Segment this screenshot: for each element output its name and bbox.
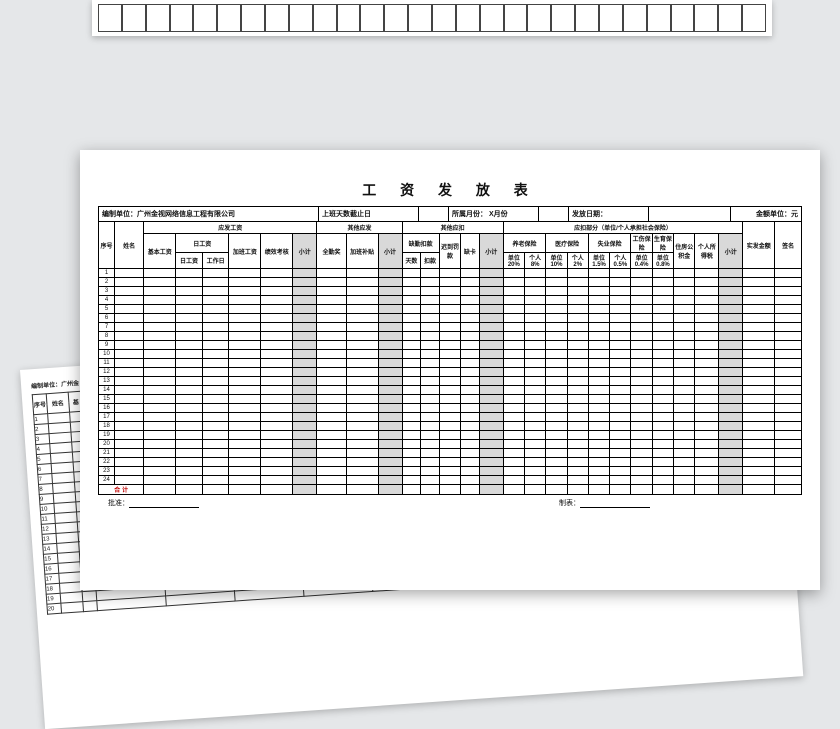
table-row: 10	[99, 350, 802, 359]
table-row: 22	[99, 458, 802, 467]
group-deduct: 应扣部分（单位/个人承担社会保险）	[503, 222, 743, 234]
col-net: 实发金额	[743, 222, 775, 269]
table-row: 7	[99, 323, 802, 332]
table-row: 12	[99, 368, 802, 377]
table-row: 16	[99, 404, 802, 413]
table-row: 21	[99, 449, 802, 458]
col-seq: 序号	[99, 222, 115, 269]
table-row: 13	[99, 377, 802, 386]
meta-row: 编制单位：广州金视网络信息工程有限公司 上班天数截止日 所属月份： X月份 发放…	[98, 206, 802, 221]
table-row: 20	[99, 440, 802, 449]
table-row: 18	[99, 422, 802, 431]
table-row: 11	[99, 359, 802, 368]
table-row: 15	[99, 395, 802, 404]
table-row: 9	[99, 341, 802, 350]
payroll-sheet: 工 资 发 放 表 编制单位：广州金视网络信息工程有限公司 上班天数截止日 所属…	[80, 150, 820, 590]
group-payable: 应发工资	[144, 222, 317, 234]
table-row: 19	[99, 431, 802, 440]
table-row: 17	[99, 413, 802, 422]
table-row: 5	[99, 305, 802, 314]
table-row: 23	[99, 467, 802, 476]
table-row: 8	[99, 332, 802, 341]
group-other-pay: 其他应发	[317, 222, 402, 234]
total-row: 合 计	[99, 485, 802, 495]
background-sheet-top	[92, 0, 772, 36]
table-row: 4	[99, 296, 802, 305]
table-row: 24	[99, 476, 802, 485]
payroll-table: 序号 姓名 应发工资 其他应发 其他应扣 应扣部分（单位/个人承担社会保险） 实…	[98, 221, 802, 495]
table-row: 6	[99, 314, 802, 323]
col-name: 姓名	[114, 222, 143, 269]
footer: 批准： 制表：	[98, 498, 802, 508]
col-sign: 签名	[775, 222, 802, 269]
page-title: 工 资 发 放 表	[98, 180, 802, 200]
table-row: 14	[99, 386, 802, 395]
table-row: 1	[99, 269, 802, 278]
table-row: 2	[99, 278, 802, 287]
table-row: 3	[99, 287, 802, 296]
group-other-deduct: 其他应扣	[402, 222, 503, 234]
